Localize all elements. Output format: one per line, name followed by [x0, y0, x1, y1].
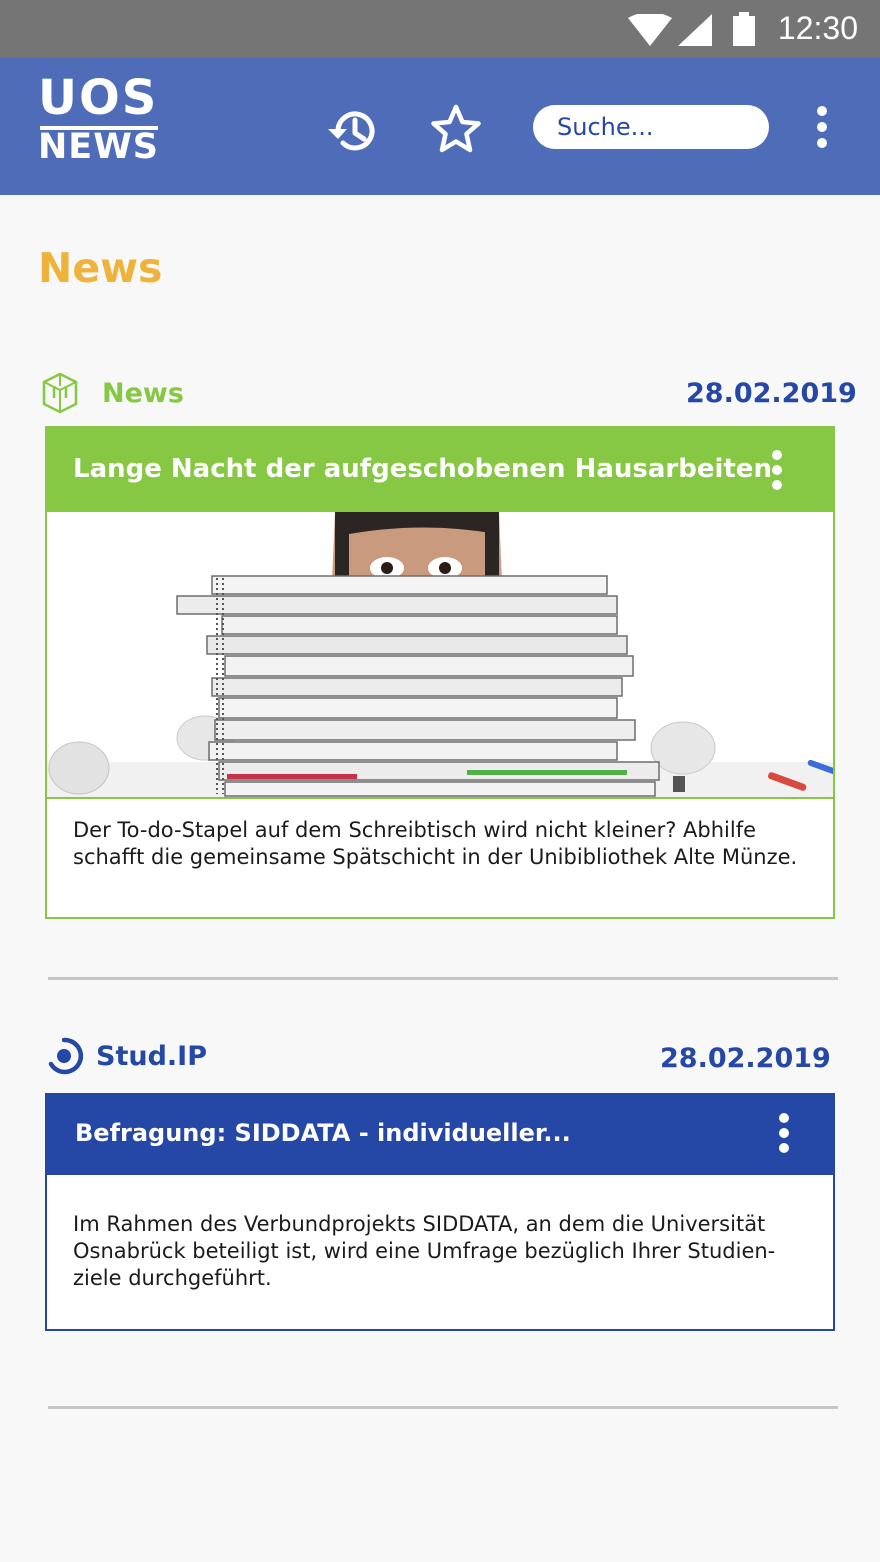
list-divider [48, 977, 838, 980]
logo-top-text: UOS [38, 70, 159, 126]
news-source-icon [42, 372, 78, 414]
star-icon[interactable] [430, 104, 482, 154]
page-title: News [38, 244, 163, 292]
card-menu-icon[interactable] [772, 1113, 796, 1157]
search-input[interactable] [533, 105, 769, 149]
news-date: 28.02.2019 [686, 378, 857, 409]
battery-icon [733, 12, 755, 46]
overflow-menu-icon[interactable] [808, 106, 836, 150]
app-logo[interactable]: UOS NEWS [38, 74, 162, 170]
card-body: Im Rahmen des Verbundprojekts SIDDATA, a… [73, 1212, 776, 1290]
news-card[interactable]: Lange Nacht der aufgeschobenen Hausarbei… [45, 426, 835, 919]
logo-bottom-text: NEWS [38, 127, 160, 167]
news-source-label: News [102, 378, 184, 409]
signal-icon [678, 14, 712, 46]
card-header: Lange Nacht der aufgeschobenen Hausarbei… [47, 428, 833, 512]
card-body: Der To-do-Stapel auf dem Schreibtisch wi… [73, 818, 798, 869]
studip-source-label: Stud.IP [96, 1041, 207, 1072]
card-header: Befragung: SIDDATA - individueller... [47, 1095, 833, 1175]
studip-source-icon [48, 1037, 84, 1075]
wifi-icon [628, 14, 672, 46]
card-image-divider [47, 797, 833, 799]
card-menu-icon[interactable] [765, 450, 789, 494]
card-image [47, 512, 833, 799]
status-time: 12:30 [777, 10, 858, 46]
card-title: Befragung: SIDDATA - individueller... [75, 1119, 571, 1147]
card-title: Lange Nacht der aufgeschobenen Hausarbei… [73, 454, 772, 484]
history-icon[interactable] [324, 106, 380, 156]
studip-date: 28.02.2019 [660, 1043, 831, 1074]
studip-card[interactable]: Befragung: SIDDATA - individueller... Im… [45, 1093, 835, 1331]
list-divider [48, 1406, 838, 1409]
status-bar: 12:30 [0, 0, 880, 58]
app-bar: UOS NEWS [0, 58, 880, 195]
